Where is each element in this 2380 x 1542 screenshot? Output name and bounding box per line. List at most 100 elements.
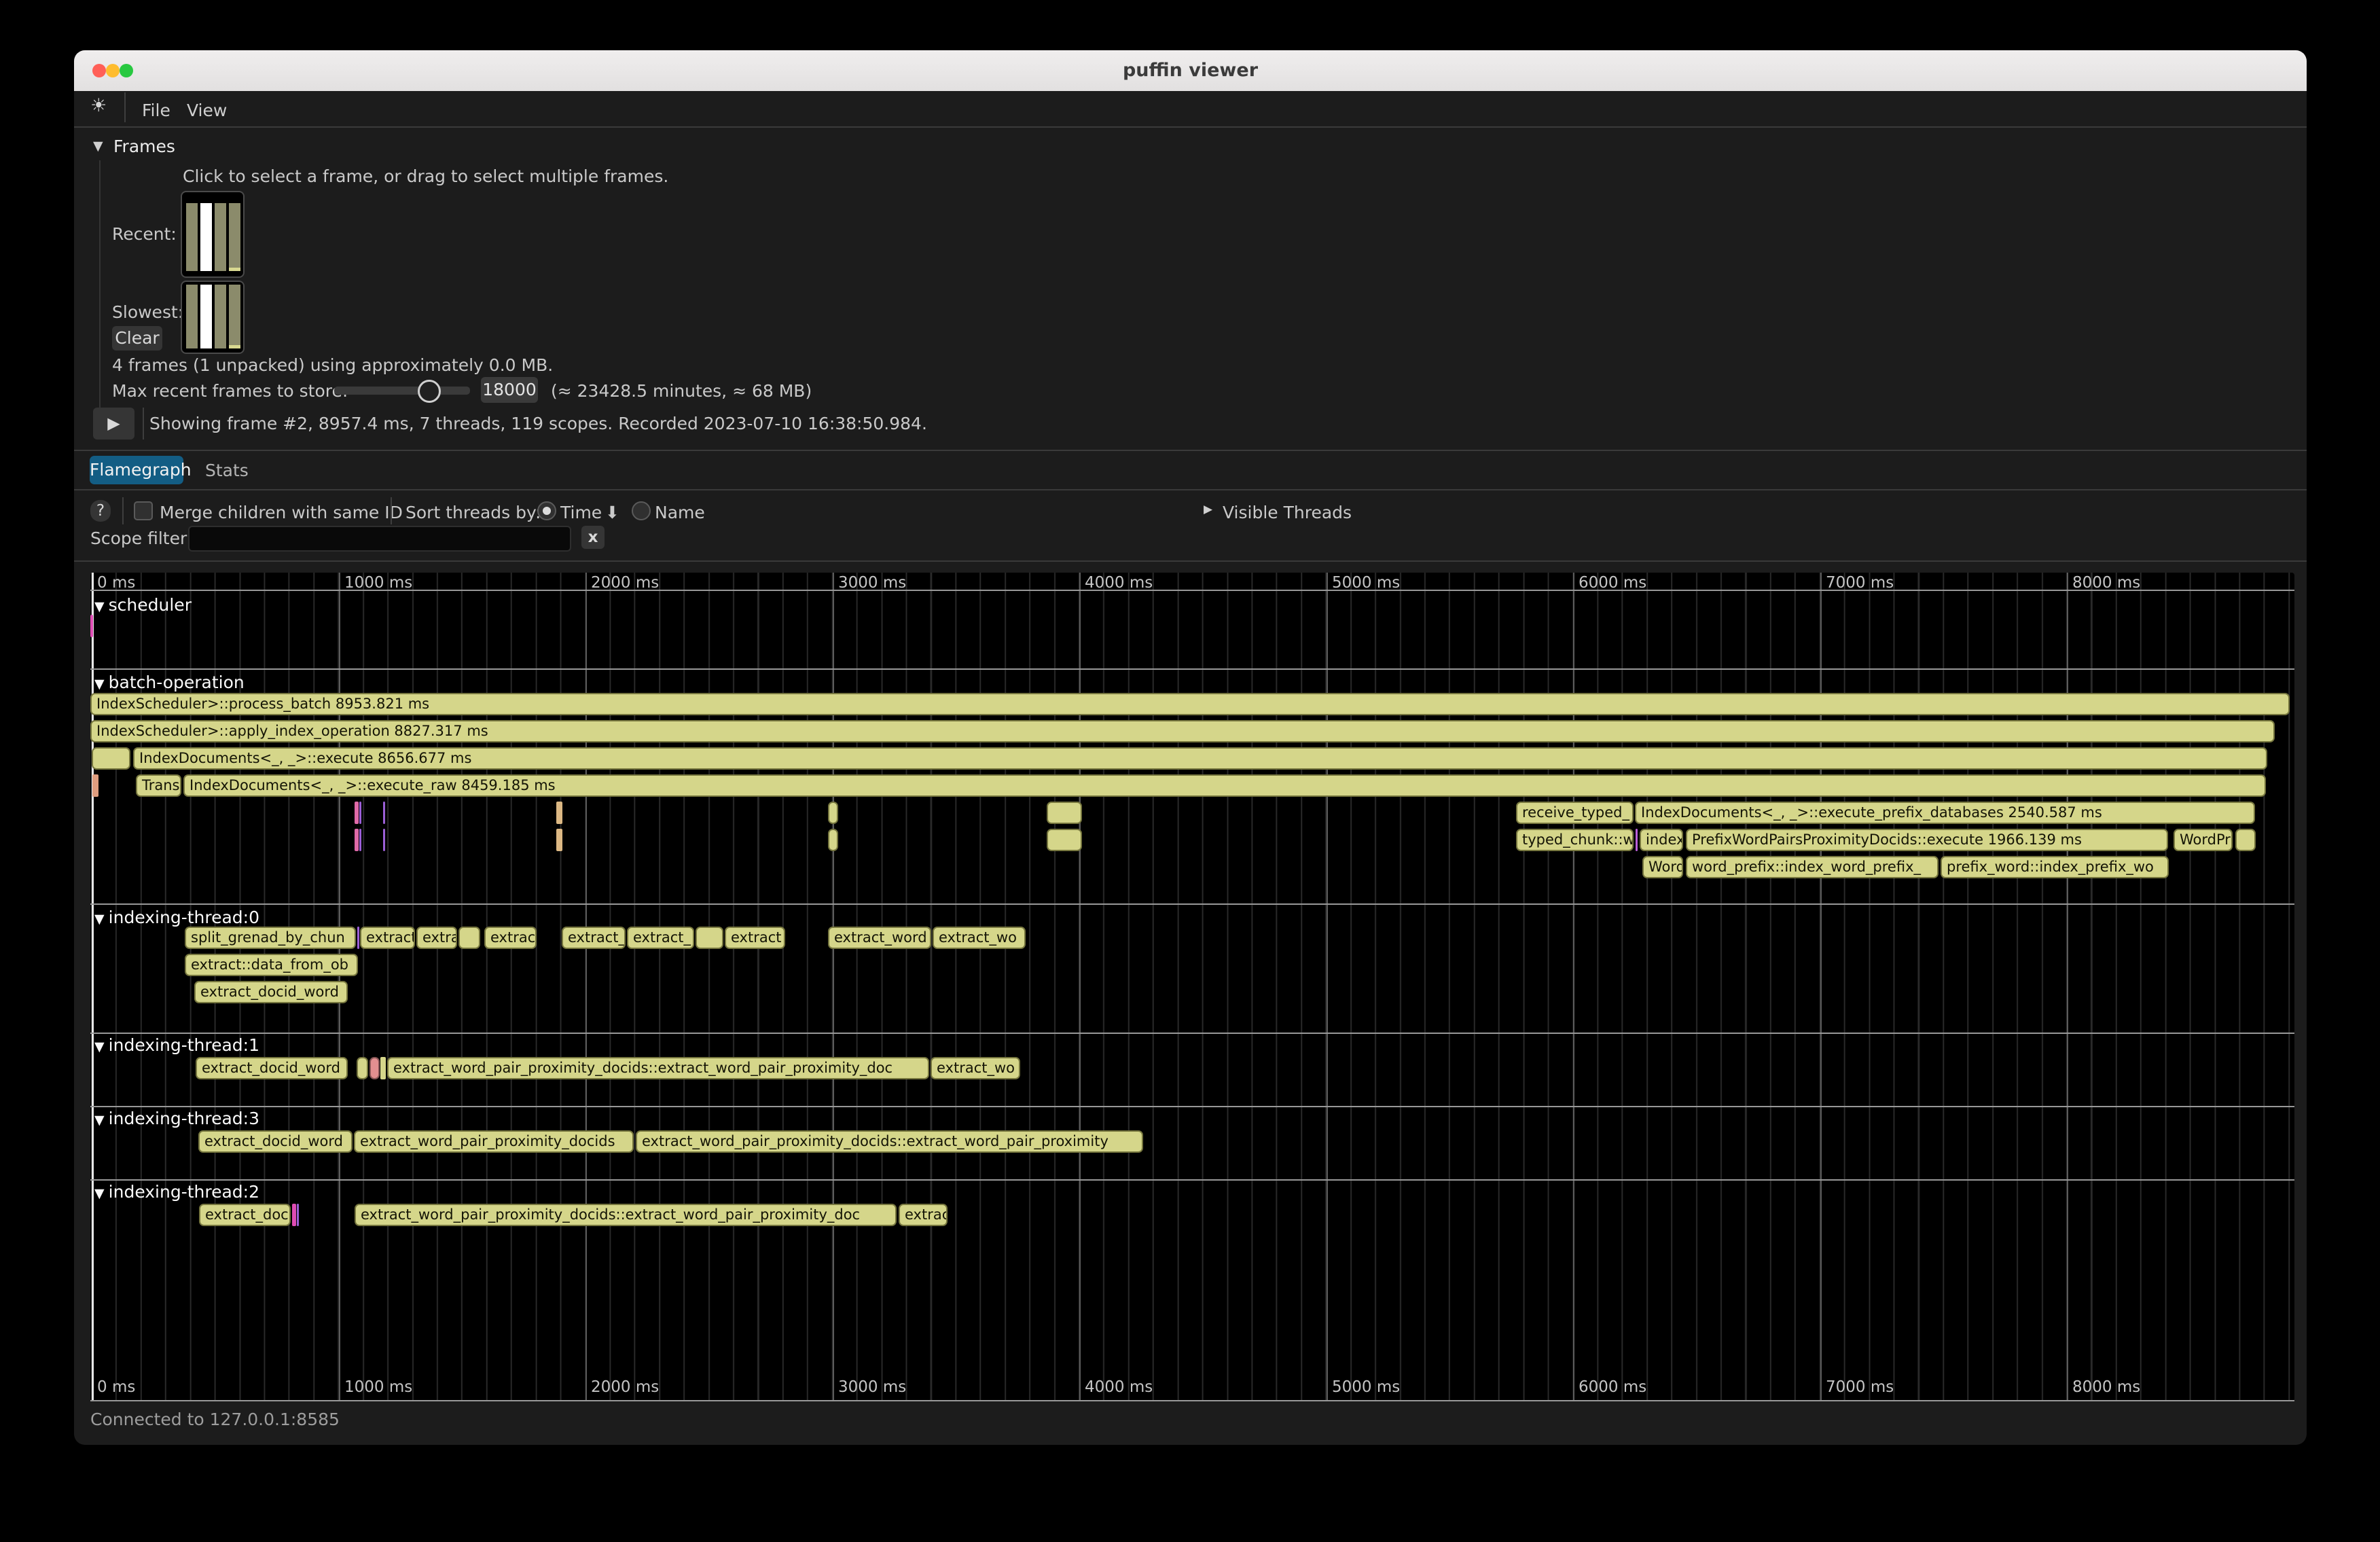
flame-scope-bar[interactable] [556, 829, 562, 851]
frame-bar[interactable] [215, 285, 226, 348]
frame-bar-selected[interactable] [200, 285, 212, 348]
max-recent-value[interactable]: 18000 [481, 377, 538, 403]
visible-threads-collapse-icon[interactable]: ▶ [1204, 503, 1212, 516]
help-button[interactable]: ? [90, 500, 111, 522]
flame-scope-bar[interactable] [359, 829, 361, 851]
flame-scope-bar[interactable]: word_prefix::index_word_prefix_ [1686, 856, 1939, 878]
flame-scope-bar[interactable]: WordPr [2174, 829, 2233, 851]
flame-scope-bar[interactable]: typed_chunk::w [1516, 829, 1634, 851]
flame-scope-bar[interactable] [2235, 829, 2256, 851]
flame-scope-bar[interactable] [369, 1057, 380, 1079]
flame-scope-bar[interactable] [383, 829, 385, 851]
collapse-triangle-icon[interactable]: ▼ [94, 912, 109, 927]
recent-frames-thumbnail[interactable] [181, 191, 245, 278]
sort-direction-arrow-icon[interactable]: ⬇ [605, 503, 619, 522]
collapse-triangle-icon[interactable]: ▼ [94, 677, 109, 692]
merge-children-checkbox[interactable] [134, 501, 153, 520]
flame-scope-bar[interactable] [696, 927, 723, 949]
flame-scope-bar[interactable]: extract_wo [933, 927, 1026, 949]
play-button[interactable]: ▶ [93, 408, 134, 440]
flame-scope-bar[interactable]: prefix_word::index_prefix_wo [1941, 856, 2169, 878]
flame-scope-bar[interactable] [90, 615, 93, 637]
flame-scope-bar[interactable]: extract_word_pair_proximity_docids::extr… [636, 1130, 1143, 1153]
flame-scope-bar[interactable]: extra [416, 927, 457, 949]
flame-scope-bar[interactable]: split_grenad_by_chun [185, 927, 356, 949]
flame-scope-bar[interactable] [1636, 829, 1638, 851]
collapse-triangle-icon[interactable]: ▼ [94, 1186, 109, 1201]
flame-scope-bar[interactable]: extract_docid_word [196, 1057, 348, 1079]
frame-bar[interactable] [229, 203, 240, 271]
visible-threads-label[interactable]: Visible Threads [1223, 503, 1352, 522]
collapse-triangle-icon[interactable]: ▼ [94, 1039, 109, 1054]
max-recent-slider[interactable] [334, 387, 470, 395]
menu-file[interactable]: File [142, 101, 170, 120]
flame-scope-bar[interactable]: IndexScheduler>::process_batch 8953.821 … [90, 693, 2290, 715]
sort-time-radio[interactable] [537, 501, 556, 520]
flame-scope-bar[interactable]: extract_docid_word [198, 1130, 353, 1153]
flame-scope-bar[interactable]: extract_doc [199, 1204, 291, 1226]
flame-scope-bar[interactable]: receive_typed_ [1516, 802, 1634, 824]
tab-flamegraph[interactable]: Flamegraph [90, 456, 183, 484]
flame-scope-bar[interactable]: IndexDocuments<_, _>::execute_prefix_dat… [1635, 802, 2255, 824]
flame-scope-bar[interactable]: extract [360, 927, 415, 949]
thread-label[interactable]: ▼ indexing-thread:2 [94, 1182, 259, 1202]
flame-scope-bar[interactable] [297, 1204, 299, 1226]
thread-label[interactable]: ▼ batch-operation [94, 673, 245, 692]
flame-scope-bar[interactable]: extract_word [828, 927, 931, 949]
frame-bar[interactable] [186, 203, 198, 271]
flame-scope-bar[interactable] [92, 774, 98, 797]
flame-scope-bar[interactable] [556, 802, 562, 824]
menu-view[interactable]: View [187, 101, 227, 120]
clear-filter-button[interactable]: x [581, 526, 605, 549]
flame-scope-bar[interactable]: extract_word_pair_proximity_docids::extr… [387, 1057, 929, 1079]
flame-scope-bar[interactable]: extract::data_from_ob [185, 954, 358, 976]
flame-scope-bar[interactable]: extract_word_pair_proximity_docids::extr… [355, 1204, 897, 1226]
flame-scope-bar[interactable]: IndexDocuments<_, _>::execute 8656.677 m… [133, 747, 2267, 770]
flame-scope-bar[interactable] [357, 1057, 368, 1079]
tab-stats[interactable]: Stats [205, 461, 249, 480]
collapse-triangle-icon[interactable]: ▼ [94, 599, 109, 614]
sort-time-label[interactable]: Time [560, 503, 602, 522]
sort-name-label[interactable]: Name [655, 503, 705, 522]
frame-bar[interactable] [229, 285, 240, 348]
thread-label[interactable]: ▼ indexing-thread:0 [94, 908, 259, 927]
thread-label[interactable]: ▼ indexing-thread:3 [94, 1109, 259, 1128]
flame-scope-bar[interactable]: IndexScheduler>::apply_index_operation 8… [90, 720, 2275, 742]
flame-scope-bar[interactable]: extract [725, 927, 785, 949]
flame-scope-bar[interactable] [458, 927, 480, 949]
flame-scope-bar[interactable] [359, 802, 361, 824]
flame-scope-bar[interactable]: extract_word_pair_proximity_docids [354, 1130, 634, 1153]
max-recent-slider-knob[interactable] [418, 380, 441, 403]
frame-bar[interactable] [186, 285, 198, 348]
flame-scope-bar[interactable]: extract_wo [931, 1057, 1020, 1079]
flame-scope-bar[interactable] [1047, 829, 1082, 851]
thread-label[interactable]: ▼ indexing-thread:1 [94, 1035, 259, 1055]
flame-scope-bar[interactable] [92, 747, 130, 770]
theme-sun-icon[interactable]: ☀ [90, 95, 113, 120]
flame-scope-bar[interactable]: extrac [899, 1204, 948, 1226]
slowest-frames-thumbnail[interactable] [181, 281, 245, 354]
flame-scope-bar[interactable] [292, 1204, 296, 1226]
flame-scope-bar[interactable] [355, 802, 359, 824]
flame-scope-bar[interactable]: extract_ [627, 927, 694, 949]
frame-bar-selected[interactable] [200, 203, 212, 271]
flame-scope-bar[interactable]: extract_ [562, 927, 626, 949]
flame-scope-bar[interactable]: extract_docid_word [194, 981, 348, 1003]
flame-scope-bar[interactable]: index [1640, 829, 1683, 851]
flame-scope-bar[interactable] [355, 829, 359, 851]
sort-name-radio[interactable] [632, 501, 651, 520]
flame-scope-bar[interactable] [828, 829, 838, 851]
collapse-triangle-icon[interactable]: ▼ [94, 1113, 109, 1128]
merge-children-label[interactable]: Merge children with same ID [160, 503, 403, 522]
flame-scope-bar[interactable] [357, 927, 359, 949]
flame-scope-bar[interactable]: Trans [136, 774, 181, 797]
flame-scope-bar[interactable] [1047, 802, 1082, 824]
flame-scope-bar[interactable] [828, 802, 838, 824]
frame-bar[interactable] [215, 203, 226, 271]
flame-scope-bar[interactable]: PrefixWordPairsProximityDocids::execute … [1686, 829, 2168, 851]
flame-scope-bar[interactable]: IndexDocuments<_, _>::execute_raw 8459.1… [183, 774, 2266, 797]
flame-scope-bar[interactable] [383, 802, 385, 824]
frames-collapse-icon[interactable]: ▼ [93, 139, 103, 154]
flame-scope-bar[interactable]: Word [1642, 856, 1683, 878]
flame-scope-bar[interactable] [380, 1057, 386, 1079]
